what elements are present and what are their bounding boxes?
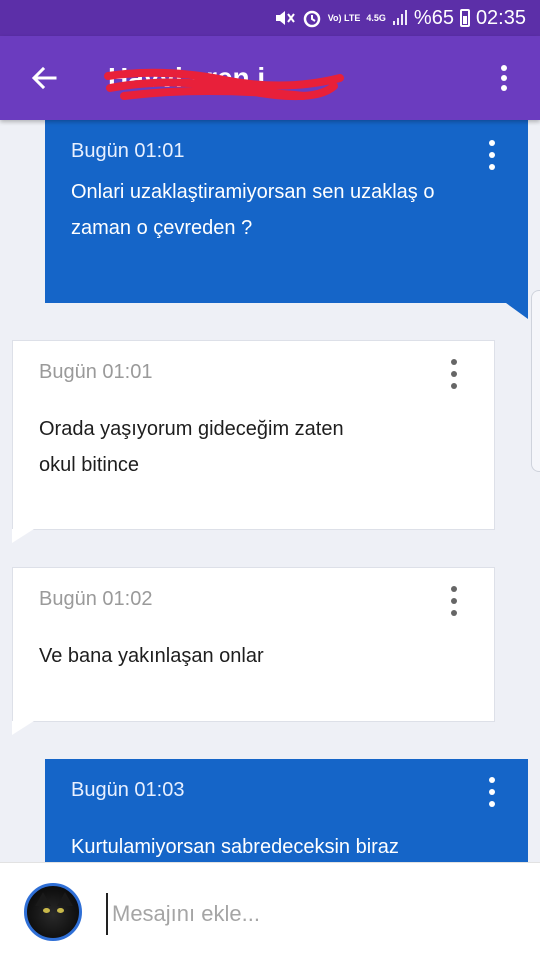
battery-percent: %65 (413, 6, 454, 29)
message-text-line: zaman o çevreden ? (71, 217, 253, 239)
message-input[interactable] (106, 893, 514, 935)
more-options-button[interactable] (486, 60, 522, 96)
message-composer (0, 862, 540, 961)
message-text-line: Ve bana yakınlaşan onlar (39, 645, 264, 667)
cat-ear-shape (57, 892, 73, 906)
message-menu-button[interactable] (444, 586, 464, 616)
app-bar: Havvi aren i (0, 36, 540, 120)
more-vertical-icon (501, 65, 507, 91)
message-list[interactable]: Bugün 01:01 Onlari uzaklaştiramiyorsan s… (0, 120, 540, 862)
signal-icon (392, 9, 408, 27)
message-bubble-sent[interactable]: Bugün 01:01 Onlari uzaklaştiramiyorsan s… (45, 120, 528, 303)
bubble-tail (12, 529, 34, 543)
cat-ear-shape (35, 892, 51, 906)
message-menu-button[interactable] (482, 140, 502, 170)
scroll-handle[interactable] (531, 290, 540, 472)
message-time: Bugün 01:01 (39, 361, 153, 383)
message-text-line: Onlari uzaklaştiramiyorsan sen uzaklaş o (71, 181, 435, 203)
message-bubble-sent[interactable]: Bugün 01:03 Kurtulamiyorsan sabredeceksi… (45, 759, 528, 862)
message-text-line: okul bitince (39, 454, 140, 476)
message-text-line: Orada yaşıyorum gideceğim zaten (39, 418, 344, 440)
clock: 02:35 (475, 6, 526, 29)
bubble-tail (12, 721, 34, 735)
network-type-label: 4.5G (366, 12, 386, 23)
status-bar: Vo) LTE 4.5G %65 02:35 (0, 0, 540, 36)
arrow-left-icon (31, 66, 57, 90)
cat-eye-shape (57, 908, 64, 913)
message-menu-button[interactable] (444, 359, 464, 389)
message-time: Bugün 01:03 (71, 779, 185, 801)
bubble-tail (506, 303, 528, 319)
message-time: Bugün 01:02 (39, 588, 153, 610)
message-text-line: Kurtulamiyorsan sabredeceksin biraz (71, 836, 399, 858)
mute-icon (274, 8, 296, 28)
message-menu-button[interactable] (482, 777, 502, 807)
status-icons: Vo) LTE 4.5G %65 02:35 (274, 0, 526, 36)
message-bubble-received[interactable]: Bugün 01:01 Orada yaşıyorum gideceğim za… (12, 340, 495, 530)
battery-icon (459, 9, 470, 27)
message-bubble-received[interactable]: Bugün 01:02 Ve bana yakınlaşan onlar (12, 567, 495, 722)
volte-label: Vo) LTE (327, 12, 361, 23)
message-time: Bugün 01:01 (71, 140, 185, 162)
alarm-icon (302, 8, 322, 28)
back-button[interactable] (22, 56, 66, 100)
avatar[interactable] (24, 883, 82, 941)
redaction-scribble (104, 68, 344, 101)
cat-eye-shape (43, 908, 50, 913)
